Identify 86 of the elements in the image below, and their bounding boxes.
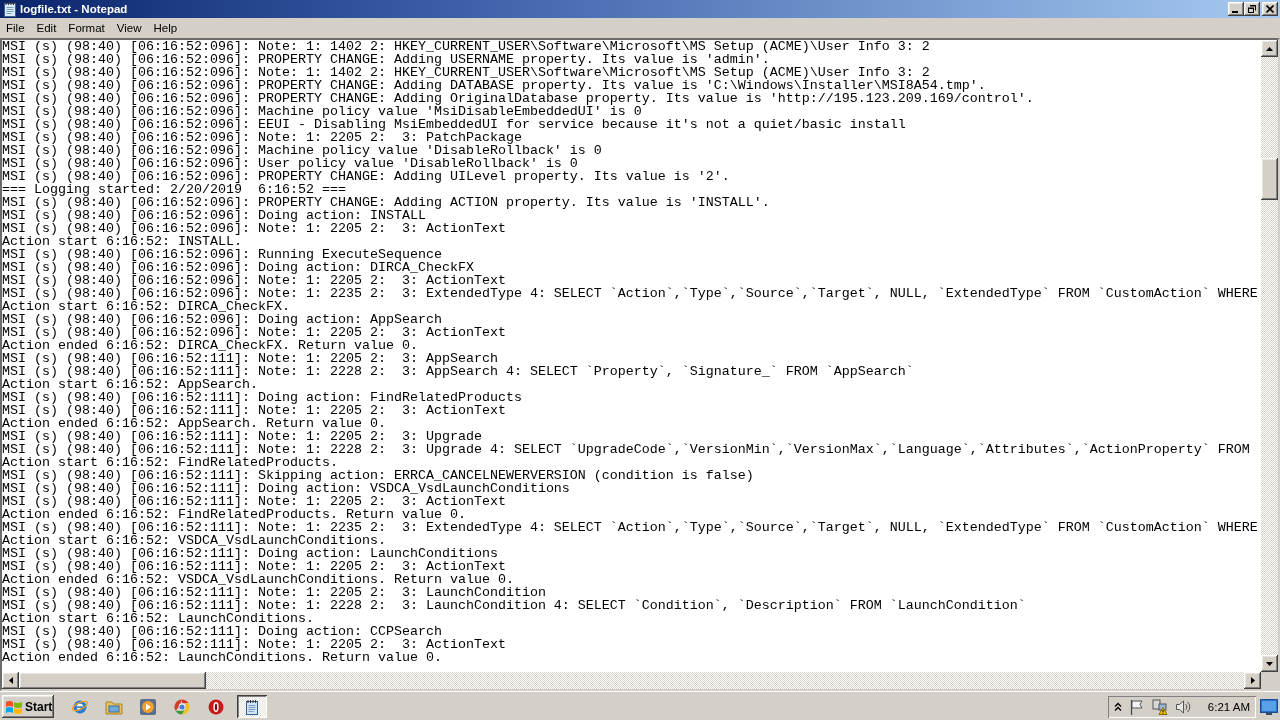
chevron-up-icon[interactable]: [1113, 701, 1122, 712]
scroll-down-button[interactable]: [1261, 655, 1278, 672]
log-line: MSI (s) (98:40) [06:16:52:111]: Doing action: VSDCA_VsdLaunchConditions: [2, 482, 570, 495]
log-line: Action ended 6:16:52: LaunchConditions. Return value 0.: [2, 651, 442, 664]
left-arrow-icon: [8, 677, 13, 684]
log-line: MSI (s) (98:40) [06:16:52:096]: Machine policy value 'MsiDisableEmbeddedUI' is 0: [2, 105, 642, 118]
horizontal-scrollbar[interactable]: [2, 672, 1261, 689]
log-line: MSI (s) (98:40) [06:16:52:096]: User policy value 'DisableRollback' is 0: [2, 157, 578, 170]
log-line: Action start 6:16:52: AppSearch.: [2, 378, 258, 391]
notepad-icon: [2, 1, 18, 17]
scrollbar-thumb[interactable]: [1261, 158, 1278, 200]
vertical-scrollbar[interactable]: [1261, 40, 1278, 672]
network-warning-icon[interactable]: [1151, 698, 1168, 715]
log-line: MSI (s) (98:40) [06:16:52:096]: PROPERTY CHANGE: Adding UILevel property. Its value is '2'.: [2, 170, 730, 183]
log-line: MSI (s) (98:40) [06:16:52:096]: EEUI - Disabling MsiEmbeddedUI for service because it's not a quiet/basic install: [2, 118, 906, 131]
log-line: Action start 6:16:52: LaunchConditions.: [2, 612, 314, 625]
log-line: MSI (s) (98:40) [06:16:52:111]: Doing action: FindRelatedProducts: [2, 391, 522, 404]
log-line: MSI (s) (98:40) [06:16:52:096]: Doing action: INSTALL: [2, 209, 426, 222]
scroll-left-button[interactable]: [2, 672, 19, 689]
clock[interactable]: 6:21 AM: [1207, 700, 1250, 713]
log-line: Action start 6:16:52: FindRelatedProducts.: [2, 456, 338, 469]
ring-logo-icon: [207, 697, 225, 716]
log-line: MSI (s) (98:40) [06:16:52:096]: PROPERTY CHANGE: Adding USERNAME property. Its value is 'admin'.: [2, 53, 770, 66]
log-line: Action ended 6:16:52: AppSearch. Return value 0.: [2, 417, 386, 430]
start-button[interactable]: Start: [2, 695, 54, 718]
log-line: MSI (s) (98:40) [06:16:52:111]: Skipping action: ERRCA_CANCELNEWERVERSION (condition is false): [2, 469, 754, 482]
log-line: MSI (s) (98:40) [06:16:52:096]: Doing action: AppSearch: [2, 313, 442, 326]
log-line: MSI (s) (98:40) [06:16:52:111]: Doing action: LaunchConditions: [2, 547, 498, 560]
flag-icon[interactable]: [1128, 698, 1145, 715]
log-line: MSI (s) (98:40) [06:16:52:111]: Note: 1: 2205 2: 3: ActionText: [2, 404, 506, 417]
desktop-icon[interactable]: [1260, 698, 1278, 715]
log-line: MSI (s) (98:40) [06:16:52:096]: Note: 1: 2205 2: 3: PatchPackage: [2, 131, 522, 144]
log-line: MSI (s) (98:40) [06:16:52:111]: Note: 1: 2205 2: 3: ActionText: [2, 560, 506, 573]
log-line: MSI (s) (98:40) [06:16:52:111]: Note: 1: 2205 2: 3: AppSearch: [2, 352, 498, 365]
scrollbar-thumb[interactable]: [19, 672, 206, 689]
log-line: MSI (s) (98:40) [06:16:52:111]: Note: 1: 2228 2: 3: LaunchCondition 4: SELECT `Condition`, `Description` FROM `LaunchCondition`: [2, 599, 1026, 612]
log-line: MSI (s) (98:40) [06:16:52:111]: Note: 1: 2205 2: 3: LaunchCondition: [2, 586, 546, 599]
down-arrow-icon: [1266, 661, 1273, 666]
menu-item[interactable]: File: [0, 20, 31, 36]
log-line: Action start 6:16:52: INSTALL.: [2, 235, 242, 248]
log-line: Action start 6:16:52: DIRCA_CheckFX.: [2, 300, 290, 313]
log-line: MSI (s) (98:40) [06:16:52:096]: PROPERTY CHANGE: Adding ACTION property. Its value is 'INSTALL'.: [2, 196, 770, 209]
minimize-button[interactable]: [1228, 2, 1244, 16]
log-line: MSI (s) (98:40) [06:16:52:096]: Note: 1: 1402 2: HKEY_CURRENT_USER\Software\Microsoft\MS Setup (ACME)\User Info 3: 2: [2, 66, 930, 79]
scroll-right-button[interactable]: [1244, 672, 1261, 689]
restore-icon: [1248, 5, 1256, 13]
menu-item[interactable]: Help: [147, 20, 184, 36]
log-line: MSI (s) (98:40) [06:16:52:111]: Note: 1: 2228 2: 3: Upgrade 4: SELECT `UpgradeCode`,`VersionMin`,`VersionMax`,`Language`,`Attributes`,`ActionProperty` FROM: [2, 443, 1250, 456]
scroll-up-button[interactable]: [1261, 40, 1278, 57]
restore-button[interactable]: [1244, 2, 1260, 16]
flag-logo-icon: [5, 698, 23, 715]
log-line: MSI (s) (98:40) [06:16:52:111]: Doing action: CCPSearch: [2, 625, 442, 638]
close-icon: [1266, 5, 1274, 13]
speaker-icon[interactable]: [1174, 698, 1191, 715]
window-title: logfile.txt - Notepad: [20, 3, 128, 15]
log-line: MSI (s) (98:40) [06:16:52:096]: PROPERTY CHANGE: Adding OriginalDatabase property. Its value is 'http://195.123.209.169/control'.: [2, 92, 1034, 105]
close-button[interactable]: [1262, 2, 1278, 16]
notepad-icon: [243, 697, 261, 716]
log-line: Action ended 6:16:52: VSDCA_VsdLaunchConditions. Return value 0.: [2, 573, 514, 586]
log-line: MSI (s) (98:40) [06:16:52:111]: Note: 1: 2205 2: 3: ActionText: [2, 495, 506, 508]
log-line: MSI (s) (98:40) [06:16:52:096]: Note: 1: 2235 2: 3: ExtendedType 4: SELECT `Action`,`Type`,`Source`,`Target`, NULL, `ExtendedType` FROM `CustomAction` WHERE: [2, 287, 1258, 300]
round-logo-icon: [173, 697, 191, 716]
taskbar-button[interactable]: [237, 695, 267, 718]
log-line: Action ended 6:16:52: DIRCA_CheckFX. Return value 0.: [2, 339, 418, 352]
log-line: Action ended 6:16:52: FindRelatedProducts. Return value 0.: [2, 508, 466, 521]
log-line: MSI (s) (98:40) [06:16:52:096]: Note: 1: 2205 2: 3: ActionText: [2, 222, 506, 235]
log-line: MSI (s) (98:40) [06:16:52:096]: Machine policy value 'DisableRollback' is 0: [2, 144, 602, 157]
menu-item[interactable]: Edit: [30, 20, 63, 36]
log-line: MSI (s) (98:40) [06:16:52:111]: Note: 1: 2235 2: 3: ExtendedType 4: SELECT `Action`,`Type`,`Source`,`Target`, NULL, `ExtendedType` FROM `CustomAction` WHERE: [2, 521, 1258, 534]
log-line: MSI (s) (98:40) [06:16:52:096]: Note: 1: 1402 2: HKEY_CURRENT_USER\Software\Microsoft\MS Setup (ACME)\User Info 3: 2: [2, 40, 930, 53]
up-arrow-icon: [1266, 46, 1273, 51]
log-line: MSI (s) (98:40) [06:16:52:111]: Note: 1: 2205 2: 3: ActionText: [2, 638, 506, 651]
log-line: MSI (s) (98:40) [06:16:52:111]: Note: 1: 2228 2: 3: AppSearch 4: SELECT `Property`, `Signature_` FROM `AppSearch`: [2, 365, 914, 378]
log-line: Action start 6:16:52: VSDCA_VsdLaunchConditions.: [2, 534, 386, 547]
log-line: MSI (s) (98:40) [06:16:52:096]: Note: 1: 2205 2: 3: ActionText: [2, 326, 506, 339]
log-line: === Logging started: 2/20/2019 6:16:52 ===: [2, 183, 346, 196]
log-line: MSI (s) (98:40) [06:16:52:096]: PROPERTY CHANGE: Adding DATABASE property. Its value is 'C:\Windows\Installer\MSI8A54.tmp'.: [2, 79, 986, 92]
play-icon: [139, 697, 157, 716]
menu-item[interactable]: Format: [62, 20, 111, 36]
log-line: MSI (s) (98:40) [06:16:52:111]: Note: 1: 2205 2: 3: Upgrade: [2, 430, 482, 443]
log-line: MSI (s) (98:40) [06:16:52:096]: Note: 1: 2205 2: 3: ActionText: [2, 274, 506, 287]
log-line: MSI (s) (98:40) [06:16:52:096]: Running ExecuteSequence: [2, 248, 442, 261]
right-arrow-icon: [1250, 677, 1255, 684]
log-line: MSI (s) (98:40) [06:16:52:096]: Doing action: DIRCA_CheckFX: [2, 261, 474, 274]
text-area[interactable]: [2, 40, 1261, 672]
menu-item[interactable]: View: [110, 20, 148, 36]
